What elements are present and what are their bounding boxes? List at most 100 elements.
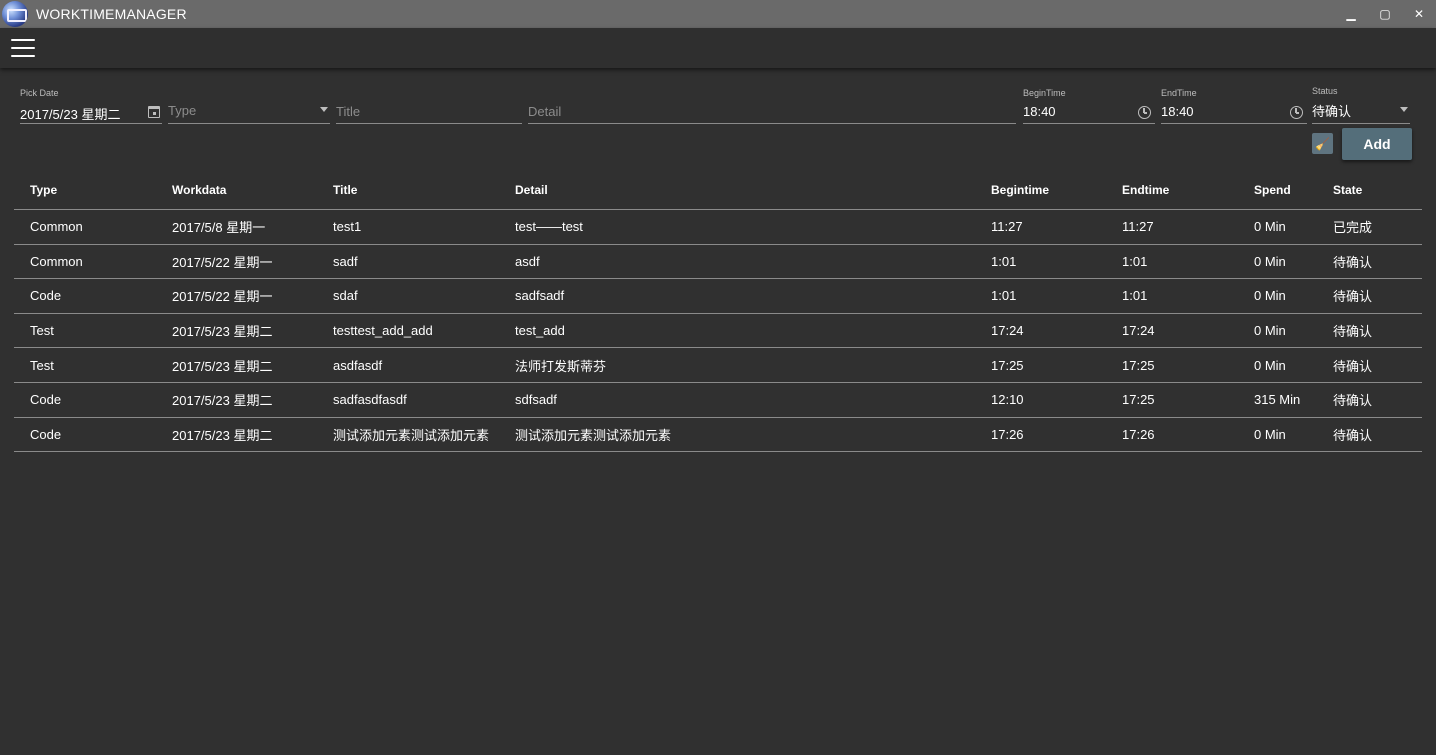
column-header-type[interactable]: Type [30, 170, 57, 209]
begin-time-picker[interactable]: BeginTime 18:40 [1023, 88, 1155, 124]
cell-state: 待确认 [1333, 289, 1373, 305]
end-time-underline [1161, 123, 1307, 124]
table-row[interactable]: Test 2017/5/23 星期二 asdfasdf 法师打发斯蒂芬 17:25 17:… [14, 348, 1422, 383]
app-logo-icon [2, 1, 28, 27]
chevron-down-icon [320, 107, 328, 112]
cell-endtime: 1:01 [1122, 288, 1148, 304]
cell-type: Code [30, 426, 62, 442]
window-controls: ▁ ▢ ✕ [1334, 0, 1436, 28]
cell-endtime: 17:25 [1122, 392, 1155, 408]
maximize-button[interactable]: ▢ [1368, 0, 1402, 28]
end-time-value: 18:40 [1161, 104, 1194, 119]
cell-begintime: 17:24 [991, 323, 1024, 339]
pick-date-field[interactable]: Pick Date 2017/5/23 星期二 [20, 88, 162, 124]
cell-title: 测试添加元素测试添加元素 [333, 427, 490, 443]
cell-detail: sdfsadf [515, 392, 557, 408]
status-value: 待确认 [1312, 104, 1352, 119]
cell-endtime: 17:26 [1122, 426, 1155, 442]
cell-spend: 0 Min [1254, 253, 1286, 269]
end-time-picker[interactable]: EndTime 18:40 [1161, 88, 1307, 124]
cell-state: 待确认 [1333, 393, 1373, 409]
hamburger-menu-icon[interactable] [11, 39, 35, 57]
type-placeholder: Type [168, 103, 197, 118]
pick-date-label: Pick Date [20, 88, 59, 98]
cell-detail: test_add [515, 323, 565, 339]
clear-form-button[interactable]: 🧹 [1312, 133, 1333, 154]
cell-spend: 0 Min [1254, 288, 1286, 304]
cell-spend: 315 Min [1254, 392, 1301, 408]
cell-type: Test [30, 357, 54, 373]
cell-type: Code [30, 288, 62, 304]
table-row[interactable]: Code 2017/5/22 星期一 sdaf sadfsadf 1:01 1:01 0 M… [14, 279, 1422, 314]
clock-icon[interactable] [1138, 106, 1151, 119]
detail-placeholder: Detail [528, 104, 562, 119]
title-placeholder: Title [336, 104, 361, 119]
cell-endtime: 11:27 [1122, 219, 1154, 235]
status-underline [1312, 123, 1410, 124]
cell-detail: test——test [515, 219, 583, 235]
column-header-detail[interactable]: Detail [515, 170, 548, 209]
status-select[interactable]: Status 待确认 [1312, 86, 1410, 124]
table-row[interactable]: Common 2017/5/8 星期一 test1 test——test 11:27 11… [14, 210, 1422, 245]
detail-underline [528, 123, 1016, 124]
window-title-bar: WORKTIMEMANAGER ▁ ▢ ✕ [0, 0, 1436, 28]
cell-title: sdaf [333, 288, 358, 304]
clock-icon[interactable] [1290, 106, 1303, 119]
cell-state: 已完成 [1333, 220, 1373, 236]
cell-detail: sadfsadf [515, 288, 565, 304]
cell-spend: 0 Min [1254, 426, 1286, 442]
cell-begintime: 12:10 [991, 392, 1024, 408]
cell-begintime: 11:27 [991, 219, 1023, 235]
cell-workdata: 2017/5/23 星期二 [172, 324, 273, 340]
cell-detail: 法师打发斯蒂芬 [515, 358, 607, 374]
cell-detail: asdf [515, 253, 540, 269]
cell-type: Common [30, 253, 83, 269]
cell-state: 待确认 [1333, 254, 1373, 270]
cell-type: Common [30, 219, 83, 235]
cell-workdata: 2017/5/22 星期一 [172, 254, 273, 270]
work-items-table: Type Workdata Title Detail Begintime End… [14, 170, 1422, 453]
cell-endtime: 1:01 [1122, 253, 1148, 269]
cell-spend: 0 Min [1254, 219, 1286, 235]
column-header-endtime[interactable]: Endtime [1122, 170, 1169, 209]
cell-state: 待确认 [1333, 358, 1373, 374]
cell-state: 待确认 [1333, 324, 1373, 340]
cell-endtime: 17:25 [1122, 357, 1155, 373]
calendar-icon[interactable] [148, 106, 160, 118]
cell-workdata: 2017/5/8 星期一 [172, 220, 266, 236]
column-header-title[interactable]: Title [333, 170, 357, 209]
begin-time-value: 18:40 [1023, 104, 1056, 119]
cell-workdata: 2017/5/22 星期一 [172, 289, 273, 305]
cell-title: asdfasdf [333, 357, 383, 373]
type-underline [168, 123, 330, 124]
detail-input[interactable]: Detail [528, 88, 1016, 124]
table-row[interactable]: Test 2017/5/23 星期二 testtest_add_add test_ad… [14, 314, 1422, 349]
title-underline [336, 123, 522, 124]
table-row[interactable]: Code 2017/5/23 星期二 sadfasdfasdf sdfsadf 12:1… [14, 383, 1422, 418]
cell-title: sadf [333, 253, 358, 269]
column-header-begintime[interactable]: Begintime [991, 170, 1049, 209]
begin-time-underline [1023, 123, 1155, 124]
column-header-spend[interactable]: Spend [1254, 170, 1291, 209]
status-label: Status [1312, 86, 1338, 96]
close-button[interactable]: ✕ [1402, 0, 1436, 28]
minimize-button[interactable]: ▁ [1334, 0, 1368, 28]
app-bar [0, 28, 1436, 68]
type-select[interactable]: Type [168, 88, 330, 124]
broom-icon: 🧹 [1315, 136, 1330, 151]
cell-type: Test [30, 323, 54, 339]
column-header-workdata[interactable]: Workdata [172, 170, 226, 209]
add-button[interactable]: Add [1342, 128, 1412, 160]
column-header-state[interactable]: State [1333, 170, 1362, 209]
cell-endtime: 17:24 [1122, 323, 1155, 339]
table-row[interactable]: Code 2017/5/23 星期二 测试添加元素测试添加元素 测试添加元素测试添加元… [14, 418, 1422, 453]
pick-date-value: 2017/5/23 星期二 [20, 107, 121, 122]
cell-begintime: 17:26 [991, 426, 1024, 442]
window-title: WORKTIMEMANAGER [36, 6, 187, 22]
title-input[interactable]: Title [336, 88, 522, 124]
pick-date-underline [20, 123, 162, 124]
cell-begintime: 1:01 [991, 253, 1017, 269]
begin-time-label: BeginTime [1023, 88, 1066, 98]
cell-type: Code [30, 392, 62, 408]
table-row[interactable]: Common 2017/5/22 星期一 sadf asdf 1:01 1:01 0 Min… [14, 245, 1422, 280]
